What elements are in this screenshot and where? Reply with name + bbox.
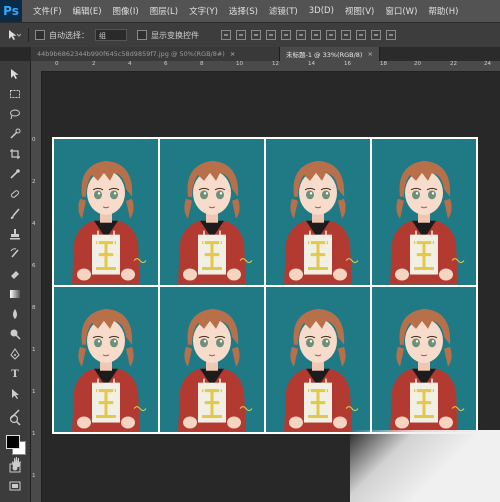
ruler-label: 22: [450, 61, 457, 67]
crop-tool-icon[interactable]: [7, 147, 23, 161]
align-buttons: [221, 30, 396, 40]
character-photo-tile: [266, 139, 370, 285]
character-photo-tile: [54, 139, 158, 285]
ruler-label: 2: [92, 61, 96, 67]
path-selection-tool-icon[interactable]: [7, 387, 23, 401]
menu-view[interactable]: 视图(V): [345, 5, 374, 17]
tab-document-1[interactable]: 44b9b6862344b990f645c58d9859f7.jpg @ 50%…: [31, 47, 280, 61]
screen-mode-icon[interactable]: [7, 479, 23, 493]
ruler-label: 8: [32, 305, 36, 311]
ruler-label: 2: [32, 179, 36, 185]
watermark-overlay: [350, 430, 500, 502]
foreground-color-swatch[interactable]: [6, 435, 20, 449]
menu-filter[interactable]: 滤镜(T): [269, 5, 298, 17]
show-transform-label: 显示变换控件: [151, 30, 199, 40]
show-transform-checkbox[interactable]: [137, 30, 147, 40]
vertical-ruler: 0 2 4 6 8 1 1 1 1: [31, 71, 42, 502]
ruler-label: 1: [32, 431, 36, 437]
pen-tool-icon[interactable]: [7, 347, 23, 361]
tab-document-2[interactable]: 未标题-1 @ 33%(RGB/8) ×: [280, 47, 380, 61]
close-icon[interactable]: ×: [230, 50, 235, 58]
align-top-icon[interactable]: [221, 30, 231, 40]
ruler-label: 0: [55, 61, 59, 67]
distribute-left-icon[interactable]: [356, 30, 366, 40]
character-photo-tile: [372, 286, 476, 432]
tab-label: 未标题-1 @ 33%(RGB/8): [286, 51, 363, 59]
zoom-tool-icon[interactable]: [7, 413, 23, 427]
history-brush-tool-icon[interactable]: [7, 247, 23, 261]
move-tool-icon[interactable]: [7, 67, 23, 81]
distribute-bottom-icon[interactable]: [341, 30, 351, 40]
quick-mask-icon[interactable]: [7, 461, 23, 475]
distribute-hcenter-icon[interactable]: [371, 30, 381, 40]
align-bottom-icon[interactable]: [251, 30, 261, 40]
distribute-right-icon[interactable]: [386, 30, 396, 40]
ruler-label: 12: [272, 61, 279, 67]
character-photo-tile: [160, 139, 264, 285]
ruler-label: 0: [32, 137, 36, 143]
eraser-tool-icon[interactable]: [7, 267, 23, 281]
options-bar: 自动选择： 组 显示变换控件: [0, 22, 500, 48]
menu-file[interactable]: 文件(F): [33, 5, 62, 17]
ruler-label: 4: [128, 61, 132, 67]
ruler-label: 18: [380, 61, 387, 67]
auto-select-checkbox[interactable]: [35, 30, 45, 40]
ruler-label: 20: [414, 61, 421, 67]
ruler-label: 16: [344, 61, 351, 67]
ruler-label: 1: [32, 473, 36, 479]
document-tabs: 44b9b6862344b990f645c58d9859f7.jpg @ 50%…: [31, 47, 500, 61]
align-left-icon[interactable]: [266, 30, 276, 40]
horizontal-ruler: 0 2 4 6 8 10 12 14 16 18 20 22 24: [31, 61, 500, 72]
distribute-vcenter-icon[interactable]: [326, 30, 336, 40]
type-tool-icon[interactable]: T: [7, 367, 23, 381]
blur-tool-icon[interactable]: [7, 307, 23, 321]
character-photo-tile: [266, 286, 370, 432]
ruler-label: 6: [164, 61, 168, 67]
document-canvas[interactable]: [52, 137, 478, 434]
ruler-label: 10: [236, 61, 243, 67]
move-tool-preset-icon[interactable]: [6, 28, 22, 42]
photoshop-logo: Ps: [0, 0, 22, 22]
ruler-label: 14: [308, 61, 315, 67]
ruler-label: 6: [32, 263, 36, 269]
distribute-top-icon[interactable]: [311, 30, 321, 40]
menu-3d[interactable]: 3D(D): [309, 6, 334, 16]
healing-brush-tool-icon[interactable]: [7, 187, 23, 201]
brush-tool-icon[interactable]: [7, 207, 23, 221]
separator: [28, 28, 29, 42]
character-photo-tile: [372, 139, 476, 285]
gradient-tool-icon[interactable]: [7, 287, 23, 301]
menu-select[interactable]: 选择(S): [229, 5, 258, 17]
auto-select-label: 自动选择：: [49, 30, 89, 40]
align-hcenter-icon[interactable]: [281, 30, 291, 40]
marquee-tool-icon[interactable]: [7, 87, 23, 101]
close-icon[interactable]: ×: [367, 50, 372, 58]
menu-help[interactable]: 帮助(H): [428, 5, 458, 17]
character-photo-tile: [160, 286, 264, 432]
menu-layer[interactable]: 图层(L): [150, 5, 178, 17]
tools-panel: T: [0, 61, 31, 502]
align-right-icon[interactable]: [296, 30, 306, 40]
ruler-label: 1: [32, 347, 36, 353]
align-vcenter-icon[interactable]: [236, 30, 246, 40]
character-photo-tile: [54, 286, 158, 432]
menu-type[interactable]: 文字(Y): [189, 5, 218, 17]
ruler-label: 24: [484, 61, 491, 67]
menu-edit[interactable]: 编辑(E): [73, 5, 102, 17]
tab-label: 44b9b6862344b990f645c58d9859f7.jpg @ 50%…: [37, 50, 225, 58]
eyedropper-tool-icon[interactable]: [7, 167, 23, 181]
ruler-label: 4: [32, 221, 36, 227]
menu-image[interactable]: 图像(I): [113, 5, 139, 17]
ruler-label: 8: [200, 61, 204, 67]
menu-window[interactable]: 窗口(W): [385, 5, 417, 17]
clone-stamp-tool-icon[interactable]: [7, 227, 23, 241]
quick-selection-tool-icon[interactable]: [7, 127, 23, 141]
lasso-tool-icon[interactable]: [7, 107, 23, 121]
menu-bar: Ps 文件(F) 编辑(E) 图像(I) 图层(L) 文字(Y) 选择(S) 滤…: [0, 0, 500, 22]
auto-select-dropdown[interactable]: 组: [95, 29, 127, 41]
ruler-label: 1: [32, 389, 36, 395]
dodge-tool-icon[interactable]: [7, 327, 23, 341]
